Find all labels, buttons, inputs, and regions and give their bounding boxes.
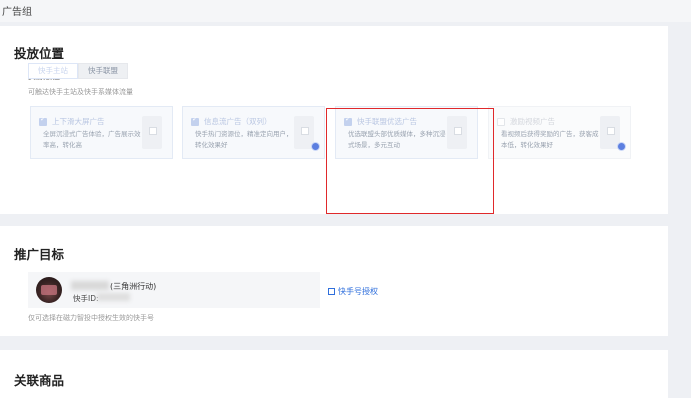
external-link-icon (328, 288, 335, 295)
card-description: 全屏沉浸式广告体验，广告展示效率高，转化高 (43, 130, 141, 149)
phone-preview-icon (142, 116, 162, 149)
auth-link[interactable]: 快手号授权 (328, 286, 378, 297)
placement-title: 投放位置 (14, 46, 65, 61)
checkbox (497, 118, 505, 126)
card-title: 上下滑大屏广告 (52, 117, 105, 126)
placement-card-fullscreen[interactable]: 上下滑大屏广告 全屏沉浸式广告体验，广告展示效率高，转化高 (30, 106, 173, 159)
tab-kuaishou-union[interactable]: 快手联盟 (78, 63, 128, 79)
placement-card-rewarded: 激励视频广告 看视频后获得奖励的广告，获客成本低，转化效果好 (488, 106, 631, 159)
checkbox[interactable] (191, 115, 199, 126)
status-dot-icon (617, 142, 626, 151)
checkbox[interactable] (39, 115, 47, 126)
account-name: (三角洲行动) (110, 282, 157, 291)
header-title: 广告组 (2, 7, 32, 18)
placement-card-feed[interactable]: 信息流广告（双列） 快手热门资源位，精准定向用户，转化效果好 (182, 106, 325, 159)
redacted-name (71, 281, 109, 290)
avatar-face (41, 285, 57, 295)
target-title: 推广目标 (14, 247, 65, 262)
card-title: 信息流广告（双列） (204, 117, 272, 126)
card-description: 快手热门资源位，精准定向用户，转化效果好 (195, 130, 293, 149)
products-title: 关联商品 (14, 373, 65, 388)
account-id-label: 快手ID: (73, 294, 99, 303)
tab-kuaishou-main[interactable]: 快手主站 (28, 63, 78, 79)
redacted-id (97, 293, 130, 301)
target-hint: 仅可选择在磁力智投中授权生效的快手号 (28, 314, 154, 322)
placement-hint: 可触达快手主站及快手系媒体流量 (28, 88, 133, 96)
account-card[interactable] (28, 272, 320, 308)
header-bar: 广告组 (0, 0, 691, 22)
highlight-annotation (326, 108, 494, 214)
card-description: 看视频后获得奖励的广告，获客成本低，转化效果好 (501, 130, 599, 149)
status-dot-icon (311, 142, 320, 151)
card-title: 激励视频广告 (510, 117, 555, 126)
products-section (0, 350, 668, 398)
auth-link-label: 快手号授权 (338, 287, 378, 296)
